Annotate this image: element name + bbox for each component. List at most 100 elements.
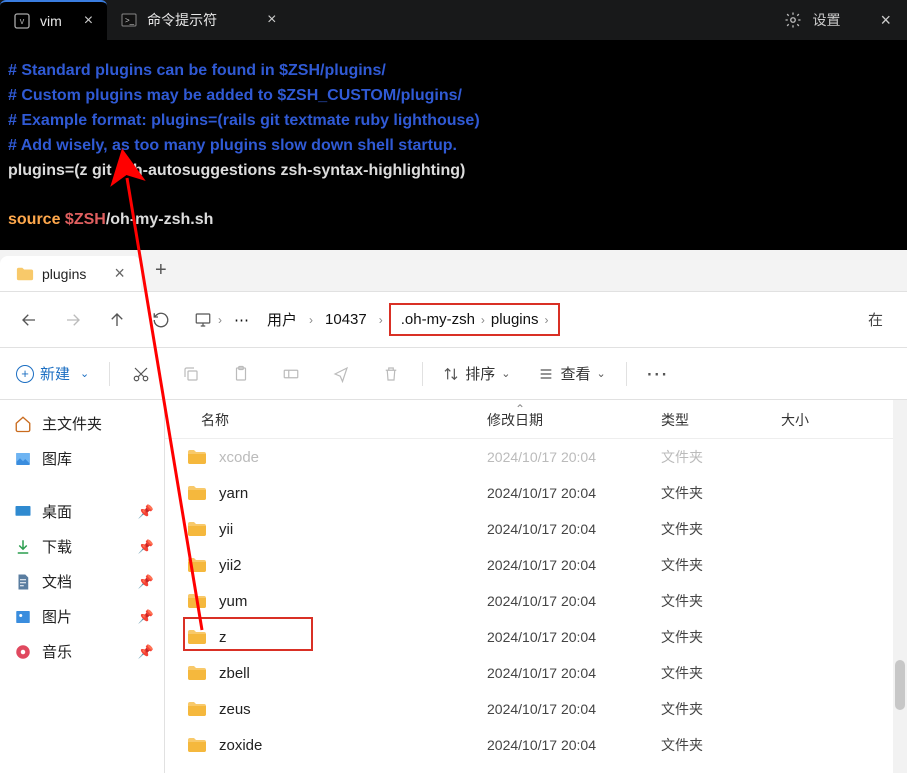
folder-icon <box>187 485 207 501</box>
folder-icon <box>187 557 207 573</box>
col-name[interactable]: 名称 <box>201 410 487 430</box>
sidebar-label: 下载 <box>42 536 72 557</box>
col-size[interactable]: 大小 <box>781 410 907 430</box>
explorer-tab[interactable]: plugins × <box>0 256 141 291</box>
sidebar-label: 图片 <box>42 606 72 627</box>
pin-icon[interactable]: 📌 <box>138 504 154 520</box>
sidebar-pictures[interactable]: 图片 📌 <box>0 599 164 634</box>
close-icon[interactable]: × <box>114 263 125 284</box>
view-button[interactable]: 查看 ⌄ <box>528 357 615 390</box>
folder-icon <box>187 521 207 537</box>
copy-button[interactable] <box>170 355 212 393</box>
paste-button[interactable] <box>220 355 262 393</box>
col-type[interactable]: 类型 <box>661 410 781 430</box>
explorer-nav: › ⋯ 用户 › 10437 › .oh-my-zsh › plugins › … <box>0 292 907 348</box>
table-row[interactable]: xcode 2024/10/17 20:04文件夹 <box>165 439 907 475</box>
terminal-tab-vim[interactable]: v vim × <box>0 0 107 40</box>
sidebar-gallery[interactable]: 图库 <box>0 441 164 476</box>
close-icon[interactable]: × <box>84 12 93 30</box>
pin-icon[interactable]: 📌 <box>138 574 154 590</box>
vim-icon: v <box>14 13 30 29</box>
chevron-right-icon: › <box>309 313 313 327</box>
up-button[interactable] <box>98 301 136 339</box>
table-row[interactable]: z2024/10/17 20:04文件夹 <box>165 619 907 655</box>
column-headers: 名称 修改日期 类型 大小 <box>165 400 907 439</box>
new-button[interactable]: + 新建 ⌄ <box>6 357 99 390</box>
sidebar-documents[interactable]: 文档 📌 <box>0 564 164 599</box>
chevron-right-icon: › <box>481 313 485 327</box>
more-button[interactable]: ⋯ <box>637 355 679 393</box>
scrollbar-thumb[interactable] <box>895 660 905 710</box>
terminal-body[interactable]: # Standard plugins can be found in $ZSH/… <box>0 40 907 250</box>
breadcrumb: › ⋯ 用户 › 10437 › .oh-my-zsh › plugins › <box>194 303 560 336</box>
table-row[interactable]: zoxide2024/10/17 20:04文件夹 <box>165 727 907 763</box>
terminal-tab-cmd[interactable]: >_ 命令提示符 × <box>107 0 290 40</box>
folder-icon <box>187 665 207 681</box>
table-row[interactable]: yii2024/10/17 20:04文件夹 <box>165 511 907 547</box>
scrollbar[interactable] <box>893 400 907 773</box>
sidebar-downloads[interactable]: 下载 📌 <box>0 529 164 564</box>
pin-icon[interactable]: 📌 <box>138 539 154 555</box>
settings-label[interactable]: 设置 <box>812 10 840 30</box>
sidebar: 主文件夹 图库 桌面 📌 下载 📌 文档 📌 图片 📌 音 <box>0 400 165 773</box>
breadcrumb-id[interactable]: 10437 <box>319 307 373 332</box>
code-line: # Custom plugins may be added to $ZSH_CU… <box>8 87 462 104</box>
file-name: zeus <box>219 701 251 718</box>
file-type: 文件夹 <box>661 591 781 611</box>
search-field[interactable]: 在 <box>854 309 897 330</box>
folder-icon <box>187 593 207 609</box>
breadcrumb-user[interactable]: 用户 <box>261 305 303 334</box>
terminal-tab-label: 命令提示符 <box>147 10 217 30</box>
col-date[interactable]: 修改日期 <box>487 410 661 430</box>
file-date: 2024/10/17 20:04 <box>487 593 661 609</box>
table-row[interactable]: yum2024/10/17 20:04文件夹 <box>165 583 907 619</box>
new-tab-button[interactable]: + <box>141 250 181 291</box>
rename-button[interactable] <box>270 355 312 393</box>
forward-button[interactable] <box>54 301 92 339</box>
refresh-button[interactable] <box>142 301 180 339</box>
table-row[interactable]: zeus2024/10/17 20:04文件夹 <box>165 691 907 727</box>
share-button[interactable] <box>320 355 362 393</box>
file-date: 2024/10/17 20:04 <box>487 449 661 465</box>
file-date: 2024/10/17 20:04 <box>487 557 661 573</box>
code-line: # Standard plugins can be found in $ZSH/… <box>8 62 386 79</box>
sidebar-home[interactable]: 主文件夹 <box>0 406 164 441</box>
explorer-tab-label: plugins <box>42 266 86 282</box>
table-row[interactable]: yii22024/10/17 20:04文件夹 <box>165 547 907 583</box>
pictures-icon <box>14 608 32 626</box>
close-icon[interactable]: × <box>267 11 276 29</box>
file-type: 文件夹 <box>661 519 781 539</box>
chevron-down-icon: ⌄ <box>80 367 89 380</box>
table-row[interactable]: zbell2024/10/17 20:04文件夹 <box>165 655 907 691</box>
code-path: /oh-my-zsh.sh <box>106 211 214 228</box>
file-type: 文件夹 <box>661 447 781 467</box>
file-type: 文件夹 <box>661 699 781 719</box>
file-name: zbell <box>219 665 250 682</box>
desktop-icon <box>14 503 32 521</box>
table-row[interactable]: yarn2024/10/17 20:04文件夹 <box>165 475 907 511</box>
breadcrumb-ellipsis[interactable]: ⋯ <box>228 307 255 333</box>
cut-button[interactable] <box>120 355 162 393</box>
pin-icon[interactable]: 📌 <box>138 644 154 660</box>
monitor-icon[interactable] <box>194 311 212 329</box>
gear-icon[interactable] <box>784 11 802 29</box>
close-icon[interactable]: × <box>880 10 891 31</box>
breadcrumb-plugins[interactable]: plugins <box>491 311 539 328</box>
pin-icon[interactable]: 📌 <box>138 609 154 625</box>
chevron-right-icon[interactable]: › <box>218 313 222 327</box>
back-button[interactable] <box>10 301 48 339</box>
breadcrumb-ohmyzsh[interactable]: .oh-my-zsh <box>401 311 475 328</box>
new-label: 新建 <box>40 363 70 384</box>
sidebar-label: 图库 <box>42 448 72 469</box>
file-name: yii2 <box>219 557 242 574</box>
file-name: xcode <box>219 449 259 466</box>
sidebar-music[interactable]: 音乐 📌 <box>0 634 164 669</box>
sidebar-label: 文档 <box>42 571 72 592</box>
folder-icon <box>187 701 207 717</box>
cmd-icon: >_ <box>121 12 137 28</box>
sidebar-label: 主文件夹 <box>42 413 102 434</box>
sidebar-desktop[interactable]: 桌面 📌 <box>0 494 164 529</box>
sort-button[interactable]: 排序 ⌄ <box>433 357 520 390</box>
music-icon <box>14 643 32 661</box>
delete-button[interactable] <box>370 355 412 393</box>
